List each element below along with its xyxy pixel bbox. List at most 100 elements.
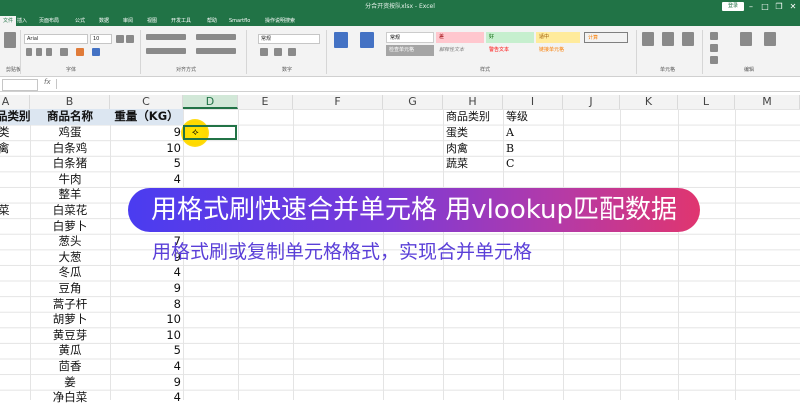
fill-color-icon[interactable] — [76, 48, 84, 56]
tab-formulas[interactable]: 公式 — [72, 16, 88, 26]
currency-icon[interactable] — [260, 48, 268, 56]
style-check-cell[interactable]: 检查单元格 — [386, 45, 434, 56]
italic-icon[interactable] — [36, 48, 42, 56]
increase-font-icon[interactable] — [116, 35, 124, 43]
cell-product[interactable]: 葱头 — [30, 234, 110, 250]
cell-product[interactable]: 姜 — [30, 375, 110, 391]
cell-product[interactable]: 蒿子杆 — [30, 297, 110, 313]
tab-data[interactable]: 数据 — [96, 16, 112, 26]
cell-category[interactable]: 禽 — [0, 141, 28, 157]
cell-product[interactable]: 胡萝卜 — [30, 312, 110, 328]
cell-product[interactable]: 白菜花 — [30, 203, 110, 219]
cell-weight[interactable]: 9 — [110, 375, 181, 391]
style-warning[interactable]: 警告文本 — [486, 45, 534, 56]
align-top-icon[interactable] — [146, 34, 186, 40]
header-weight[interactable]: 重量（KG） — [110, 109, 183, 125]
cell-weight[interactable]: 4 — [110, 359, 181, 375]
cell-weight[interactable]: 10 — [110, 312, 181, 328]
font-name-select[interactable]: Arial — [24, 34, 88, 44]
column-header-c[interactable]: C — [110, 95, 183, 109]
decrease-font-icon[interactable] — [126, 35, 134, 43]
insert-cells-icon[interactable] — [642, 32, 654, 46]
cell-product[interactable]: 冬瓜 — [30, 265, 110, 281]
cell-weight[interactable]: 4 — [110, 390, 181, 406]
cell-product[interactable]: 黄瓜 — [30, 343, 110, 359]
column-header-d[interactable]: D — [183, 95, 238, 109]
comma-icon[interactable] — [288, 48, 296, 56]
conditional-format-icon[interactable] — [334, 32, 348, 48]
cell-product[interactable]: 白萝卜 — [30, 219, 110, 235]
column-header-b[interactable]: B — [30, 95, 110, 109]
percent-icon[interactable] — [274, 48, 282, 56]
lookup-cell-grade[interactable]: C — [506, 156, 562, 172]
style-neutral[interactable]: 适中 — [536, 32, 580, 43]
format-as-table-icon[interactable] — [360, 32, 374, 48]
header-product-name[interactable]: 商品名称 — [30, 109, 110, 125]
style-explanatory[interactable]: 解释性文本 — [436, 45, 484, 56]
cell-product[interactable]: 豆角 — [30, 281, 110, 297]
border-icon[interactable] — [60, 48, 68, 56]
cell-category[interactable]: 菜 — [0, 203, 28, 219]
cell-weight[interactable]: 9 — [110, 125, 181, 141]
cell-weight[interactable]: 5 — [110, 343, 181, 359]
tab-review[interactable]: 审阅 — [120, 16, 136, 26]
tab-page-layout[interactable]: 页面布局 — [36, 16, 62, 26]
column-header-m[interactable]: M — [735, 95, 800, 109]
cell-weight[interactable]: 4 — [110, 265, 181, 281]
column-header-k[interactable]: K — [620, 95, 678, 109]
lookup-header-category[interactable]: 商品类别 — [446, 109, 502, 125]
font-size-select[interactable]: 10 — [90, 34, 112, 44]
cell-weight[interactable]: 5 — [110, 156, 181, 172]
cell-weight[interactable]: 10 — [110, 328, 181, 344]
tab-insert[interactable]: 插入 — [14, 16, 30, 26]
style-linked-cell[interactable]: 链接单元格 — [536, 45, 580, 56]
cell-product[interactable]: 茴香 — [30, 359, 110, 375]
cell-product[interactable]: 整羊 — [30, 187, 110, 203]
cell-product[interactable]: 黄豆芽 — [30, 328, 110, 344]
tell-me-search[interactable]: 操作说明搜索 — [262, 16, 298, 26]
cell-product[interactable]: 鸡蛋 — [30, 125, 110, 141]
close-icon[interactable]: ✕ — [786, 0, 800, 14]
cell-product[interactable]: 大葱 — [30, 250, 110, 266]
column-header-g[interactable]: G — [383, 95, 443, 109]
cell-product[interactable]: 白条猪 — [30, 156, 110, 172]
lookup-cell-grade[interactable]: A — [506, 125, 562, 141]
tab-developer[interactable]: 开发工具 — [168, 16, 194, 26]
autosum-icon[interactable] — [710, 32, 718, 40]
underline-icon[interactable] — [46, 48, 52, 56]
clear-icon[interactable] — [710, 56, 718, 64]
cell-product[interactable]: 牛肉 — [30, 172, 110, 188]
delete-cells-icon[interactable] — [662, 32, 674, 46]
fill-icon[interactable] — [710, 44, 718, 52]
align-left-icon[interactable] — [146, 48, 186, 54]
find-select-icon[interactable] — [764, 32, 776, 46]
merge-center-icon[interactable] — [196, 48, 236, 54]
cell-weight[interactable]: 8 — [110, 297, 181, 313]
font-color-icon[interactable] — [92, 48, 100, 56]
number-format-select[interactable]: 常规 — [258, 34, 320, 44]
login-button[interactable]: 登录 — [722, 2, 744, 11]
cell-category[interactable]: 类 — [0, 125, 28, 141]
header-category[interactable]: 品类别 — [0, 109, 31, 125]
paste-icon[interactable] — [4, 32, 16, 48]
bold-icon[interactable] — [26, 48, 32, 56]
sort-filter-icon[interactable] — [740, 32, 752, 46]
lookup-cell-category[interactable]: 肉禽 — [446, 141, 502, 157]
column-header-a[interactable]: A — [0, 95, 30, 109]
lookup-cell-grade[interactable]: B — [506, 141, 562, 157]
column-header-h[interactable]: H — [443, 95, 503, 109]
maximize-icon[interactable]: □ — [758, 0, 772, 14]
format-cells-icon[interactable] — [682, 32, 694, 46]
column-header-j[interactable]: J — [563, 95, 620, 109]
style-bad[interactable]: 差 — [436, 32, 484, 43]
lookup-cell-category[interactable]: 蔬菜 — [446, 156, 502, 172]
tab-view[interactable]: 视图 — [144, 16, 160, 26]
minimize-icon[interactable]: – — [744, 0, 758, 14]
tab-help[interactable]: 帮助 — [204, 16, 220, 26]
cell-weight[interactable]: 9 — [110, 281, 181, 297]
cell-weight[interactable]: 4 — [110, 172, 181, 188]
style-normal[interactable]: 常规 — [386, 32, 434, 43]
cell-product[interactable]: 净白菜 — [30, 390, 110, 406]
restore-icon[interactable]: ❐ — [772, 0, 786, 14]
cell-product[interactable]: 白条鸡 — [30, 141, 110, 157]
